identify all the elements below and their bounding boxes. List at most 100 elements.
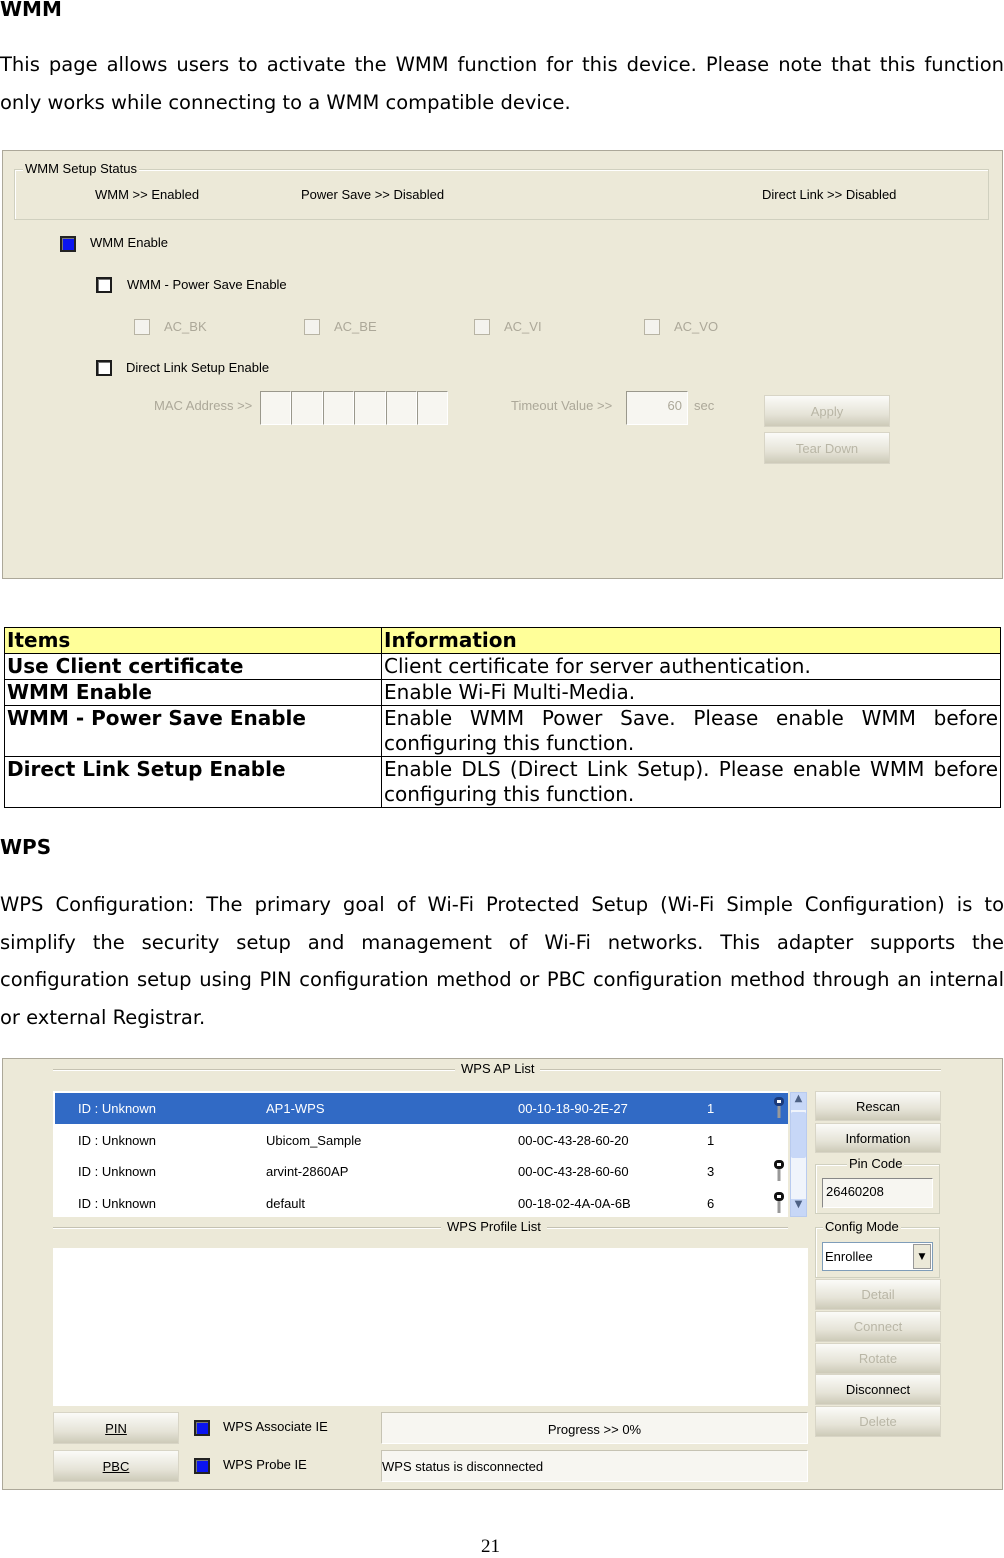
- table-row: WMM - Power Save Enable Enable WMM Power …: [4, 705, 1001, 757]
- rotate-button[interactable]: Rotate: [815, 1343, 941, 1374]
- ap-list-row[interactable]: ID : Unknown default 00-18-02-4A-0A-6B 6: [55, 1188, 788, 1219]
- tear-down-button[interactable]: Tear Down: [764, 432, 890, 464]
- table-header-row: Items Information: [4, 627, 1001, 654]
- wps-status-text: WPS status is disconnected: [381, 1450, 808, 1482]
- item-cell: WMM Enable: [4, 679, 382, 706]
- ac-vo-checkbox[interactable]: [644, 319, 660, 335]
- ac-be-label: AC_BE: [334, 319, 377, 334]
- scroll-down-icon[interactable]: ▼: [791, 1199, 806, 1216]
- mac-octet-3[interactable]: [323, 391, 354, 425]
- ac-vi-label: AC_VI: [504, 319, 542, 334]
- profile-list-title: WPS Profile List: [441, 1219, 547, 1234]
- mac-octet-2[interactable]: [291, 391, 323, 425]
- timeout-label: Timeout Value >>: [511, 398, 613, 413]
- associate-ie-label: WPS Associate IE: [223, 1419, 328, 1434]
- pin-button[interactable]: PIN: [53, 1412, 179, 1444]
- wmm-enable-checkbox[interactable]: [60, 236, 76, 252]
- associate-ie-checkbox[interactable]: [194, 1420, 210, 1436]
- probe-ie-label: WPS Probe IE: [223, 1457, 307, 1472]
- timeout-input[interactable]: 60: [626, 391, 688, 425]
- ap-mac: 00-0C-43-28-60-60: [518, 1164, 629, 1179]
- ap-channel: 1: [707, 1101, 715, 1116]
- detail-button[interactable]: Detail: [815, 1279, 941, 1310]
- header-items: Items: [4, 627, 382, 654]
- ac-vi-checkbox[interactable]: [474, 319, 490, 335]
- ac-bk-label: AC_BK: [164, 319, 207, 334]
- scroll-up-icon[interactable]: ▲: [791, 1093, 806, 1110]
- ac-be-checkbox[interactable]: [304, 319, 320, 335]
- wps-panel: WPS AP List ID : Unknown AP1-WPS 00-10-18-…: [2, 1058, 1003, 1490]
- item-cell: WMM - Power Save Enable: [4, 705, 382, 757]
- lock-icon: [774, 1191, 784, 1214]
- info-cell: Enable WMM Power Save. Please enable WMM…: [381, 705, 1001, 757]
- pin-code-legend: Pin Code: [847, 1156, 905, 1171]
- wps-intro: WPS Configuration: The primary goal of W…: [0, 893, 1004, 1029]
- profile-list[interactable]: [53, 1248, 808, 1406]
- ap-mac: 00-10-18-90-2E-27: [518, 1101, 628, 1116]
- config-mode-select[interactable]: Enrollee ▼: [822, 1242, 933, 1271]
- apply-button[interactable]: Apply: [764, 395, 890, 427]
- info-cell: Enable Wi-Fi Multi-Media.: [381, 679, 1001, 706]
- wmm-status-legend: WMM Setup Status: [23, 161, 139, 176]
- pin-code-field[interactable]: 26460208: [822, 1178, 933, 1208]
- ap-list-row[interactable]: ID : Unknown AP1-WPS 00-10-18-90-2E-27 1: [55, 1093, 788, 1124]
- ap-channel: 1: [707, 1132, 715, 1148]
- ap-ssid: Ubicom_Sample: [266, 1132, 362, 1148]
- pbc-button[interactable]: PBC: [53, 1450, 179, 1482]
- ap-mac: 00-0C-43-28-60-20: [518, 1132, 629, 1148]
- ap-list-title: WPS AP List: [455, 1061, 541, 1076]
- rescan-button[interactable]: Rescan: [815, 1091, 941, 1121]
- scroll-thumb[interactable]: [791, 1112, 806, 1158]
- chevron-down-icon[interactable]: ▼: [913, 1244, 931, 1269]
- connect-button[interactable]: Connect: [815, 1311, 941, 1342]
- status-wmm: WMM >> Enabled: [95, 187, 200, 202]
- lock-icon: [774, 1160, 784, 1182]
- status-direct-link: Direct Link >> Disabled: [762, 187, 897, 202]
- config-mode-legend: Config Mode: [823, 1219, 901, 1234]
- wps-heading: WPS: [0, 835, 52, 859]
- disconnect-button[interactable]: Disconnect: [815, 1374, 941, 1405]
- mac-octet-4[interactable]: [354, 391, 386, 425]
- mac-octet-5[interactable]: [386, 391, 417, 425]
- items-table: Items Information Use Client certificate…: [4, 627, 1001, 808]
- status-power-save: Power Save >> Disabled: [301, 187, 445, 202]
- ap-id: ID : Unknown: [78, 1132, 157, 1148]
- item-cell: Use Client certificate: [4, 653, 382, 680]
- info-cell: Client certificate for server authentica…: [381, 653, 1001, 680]
- mac-address-label: MAC Address >>: [154, 398, 253, 413]
- mac-octet-1[interactable]: [260, 391, 291, 425]
- ap-id: ID : Unknown: [78, 1164, 157, 1179]
- page-number: 21: [481, 1536, 500, 1557]
- table-row: WMM Enable Enable Wi-Fi Multi-Media.: [4, 679, 1001, 706]
- direct-link-checkbox[interactable]: [96, 360, 112, 376]
- ap-ssid: AP1-WPS: [266, 1101, 325, 1116]
- ac-bk-checkbox[interactable]: [134, 319, 150, 335]
- ap-id: ID : Unknown: [78, 1101, 157, 1116]
- ap-mac: 00-18-02-4A-0A-6B: [518, 1195, 631, 1211]
- ap-ssid: arvint-2860AP: [266, 1164, 349, 1179]
- progress-bar: Progress >> 0%: [381, 1412, 808, 1444]
- wmm-panel: WMM Setup Status WMM >> Enabled Power Sa…: [2, 150, 1003, 579]
- ap-ssid: default: [266, 1195, 306, 1211]
- lock-icon: [774, 1097, 784, 1119]
- header-information: Information: [381, 627, 1001, 654]
- probe-ie-checkbox[interactable]: [194, 1458, 210, 1474]
- power-save-label: WMM - Power Save Enable: [127, 277, 287, 292]
- config-mode-value: Enrollee: [825, 1249, 873, 1264]
- ap-id: ID : Unknown: [78, 1195, 157, 1211]
- delete-button[interactable]: Delete: [815, 1406, 941, 1437]
- info-cell: Enable DLS (Direct Link Setup). Please e…: [381, 756, 1001, 808]
- ap-list-row[interactable]: ID : Unknown Ubicom_Sample 00-0C-43-28-60-…: [55, 1125, 788, 1156]
- mac-octet-6[interactable]: [417, 391, 448, 425]
- ap-list-row[interactable]: ID : Unknown arvint-2860AP 00-0C-43-28-60-…: [55, 1156, 788, 1187]
- divider: [53, 1227, 788, 1229]
- table-row: Direct Link Setup Enable Enable DLS (Dire…: [4, 756, 1001, 808]
- table-row: Use Client certificate Client certificate…: [4, 653, 1001, 680]
- wmm-intro: This page allows users to activate the W…: [0, 53, 1004, 114]
- ap-list-scrollbar[interactable]: ▲ ▼: [790, 1092, 807, 1217]
- direct-link-label: Direct Link Setup Enable: [126, 360, 270, 375]
- power-save-checkbox[interactable]: [96, 277, 112, 293]
- information-button[interactable]: Information: [815, 1123, 941, 1153]
- ac-vo-label: AC_VO: [674, 319, 719, 334]
- wmm-enable-label: WMM Enable: [90, 235, 169, 250]
